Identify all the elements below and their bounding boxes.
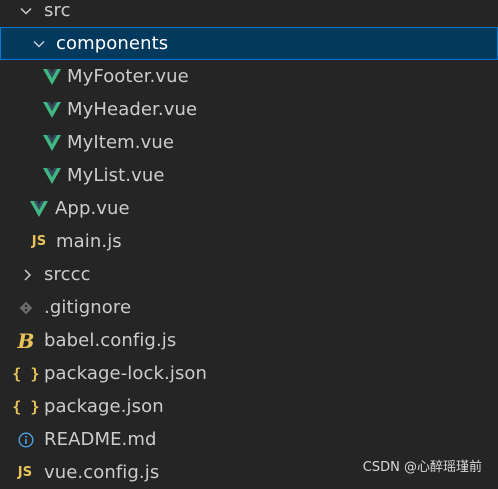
- tree-item-label: babel.config.js: [44, 330, 177, 351]
- tree-item-srccc-folder[interactable]: srccc: [0, 258, 498, 291]
- tree-item-label: components: [56, 33, 169, 54]
- tree-item-readme-md[interactable]: README.md: [0, 423, 498, 456]
- json-icon: { }: [12, 397, 40, 416]
- tree-item-label: main.js: [56, 231, 122, 252]
- tree-item-label: README.md: [44, 429, 157, 450]
- tree-item-gitignore[interactable]: .gitignore: [0, 291, 498, 324]
- info-icon: [16, 431, 36, 448]
- tree-item-label: package.json: [44, 396, 164, 417]
- tree-item-label: MyFooter.vue: [67, 66, 189, 87]
- chevron-down-icon[interactable]: [16, 4, 36, 18]
- tree-item-label: src: [44, 0, 71, 21]
- chevron-down-icon[interactable]: [29, 37, 49, 51]
- tree-item-package-lock-json[interactable]: { } package-lock.json: [0, 357, 498, 390]
- tree-item-package-json[interactable]: { } package.json: [0, 390, 498, 423]
- tree-item-label: package-lock.json: [44, 363, 208, 384]
- tree-item-label: srccc: [44, 264, 91, 285]
- vue-file-icon: [42, 68, 62, 85]
- chevron-right-icon[interactable]: [17, 268, 37, 282]
- tree-item-label: MyItem.vue: [67, 132, 175, 153]
- git-icon: [16, 301, 36, 315]
- tree-item-label: MyList.vue: [67, 165, 165, 186]
- vue-file-icon: [29, 200, 49, 217]
- tree-item-myfooter-vue[interactable]: MyFooter.vue: [0, 60, 498, 93]
- tree-item-label: MyHeader.vue: [67, 99, 198, 120]
- tree-item-label: vue.config.js: [44, 462, 160, 483]
- watermark-text: CSDN @心醉瑶瑾前: [362, 460, 482, 475]
- babel-icon: B: [17, 328, 35, 353]
- vue-file-icon: [42, 167, 62, 184]
- tree-item-src-folder[interactable]: src: [0, 0, 498, 27]
- tree-item-babel-config-js[interactable]: B babel.config.js: [0, 324, 498, 357]
- vue-file-icon: [42, 101, 62, 118]
- tree-item-app-vue[interactable]: App.vue: [0, 192, 498, 225]
- tree-item-label: App.vue: [55, 198, 130, 219]
- javascript-file-icon: JS: [17, 465, 33, 480]
- json-icon: { }: [12, 364, 40, 383]
- tree-item-myheader-vue[interactable]: MyHeader.vue: [0, 93, 498, 126]
- tree-item-components-folder[interactable]: components: [0, 27, 498, 60]
- javascript-file-icon: JS: [31, 234, 47, 249]
- tree-item-main-js[interactable]: JS main.js: [0, 225, 498, 258]
- tree-item-label: .gitignore: [44, 297, 132, 318]
- tree-item-myitem-vue[interactable]: MyItem.vue: [0, 126, 498, 159]
- vue-file-icon: [42, 134, 62, 151]
- tree-item-mylist-vue[interactable]: MyList.vue: [0, 159, 498, 192]
